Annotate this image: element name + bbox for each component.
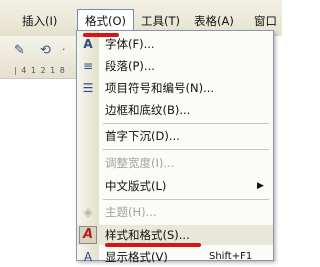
menu-item-label: 字体(F)... — [105, 37, 155, 51]
submenu-arrow-icon: ▶ — [257, 181, 264, 191]
menu-item-label: 显示格式(V) — [105, 250, 168, 264]
menu-item-label: 调整宽度(I)... — [105, 156, 175, 170]
reveal-formatting-icon: A — [83, 250, 93, 264]
menu-item-paragraph[interactable]: ≡ 段落(P)... — [77, 56, 273, 76]
menu-item-label: 首字下沉(D)... — [105, 129, 180, 143]
ruler: | 4 1 2 1 8 — [14, 66, 66, 75]
menu-item-label: 样式和格式(S)... — [105, 228, 190, 242]
paragraph-icon: ≡ — [82, 59, 94, 73]
menu-item-label: 中文版式(L) — [105, 179, 167, 193]
toolbar-separator-icon: · — [62, 43, 66, 56]
annotation-underline-format — [83, 33, 119, 37]
format-painter-icon[interactable]: ✎ — [14, 43, 25, 58]
menu-item-chinese-layout[interactable]: 中文版式(L) ▶ — [77, 176, 273, 196]
menu-tools[interactable]: 工具(T) — [141, 12, 180, 30]
styles-icon: A — [79, 226, 97, 244]
menu-item-borders[interactable]: 边框和底纹(B)... — [77, 100, 273, 120]
menu-item-theme: ◈ 主题(H)... — [77, 202, 273, 222]
document-area[interactable] — [0, 78, 76, 262]
menu-item-label: 边框和底纹(B)... — [105, 103, 191, 117]
menu-item-label: 项目符号和编号(N)... — [105, 81, 215, 95]
menu-separator — [103, 123, 269, 124]
bullets-icon: ☰ — [82, 81, 94, 95]
annotation-underline-styles — [105, 243, 201, 247]
menu-item-label: 段落(P)... — [105, 59, 155, 73]
menu-format[interactable]: 格式(O) — [77, 9, 134, 31]
menu-insert[interactable]: 插入(I) — [22, 12, 57, 30]
menu-item-font[interactable]: A 字体(F)... — [77, 34, 273, 54]
menu-item-dropcap[interactable]: 首字下沉(D)... — [77, 126, 273, 146]
shortcut-label: Shift+F1 — [209, 251, 253, 262]
menu-table[interactable]: 表格(A) — [194, 12, 234, 30]
format-menu-dropdown: A 字体(F)... ≡ 段落(P)... ☰ 项目符号和编号(N)... 边框… — [76, 30, 274, 264]
menu-separator — [103, 149, 269, 150]
menu-item-adjust-width: 调整宽度(I)... — [77, 153, 273, 173]
menu-window[interactable]: 窗口 — [254, 12, 277, 30]
menu-item-reveal-formatting[interactable]: A 显示格式(V) Shift+F1 — [77, 247, 273, 267]
undo-icon[interactable]: ⟲ — [40, 43, 51, 58]
font-icon: A — [83, 37, 93, 51]
menu-item-label: 主题(H)... — [105, 205, 157, 219]
theme-icon: ◈ — [83, 205, 93, 219]
menu-separator — [103, 199, 269, 200]
menu-item-styles-and-formatting[interactable]: A 样式和格式(S)... — [77, 225, 273, 245]
menu-item-bullets[interactable]: ☰ 项目符号和编号(N)... — [77, 78, 273, 98]
